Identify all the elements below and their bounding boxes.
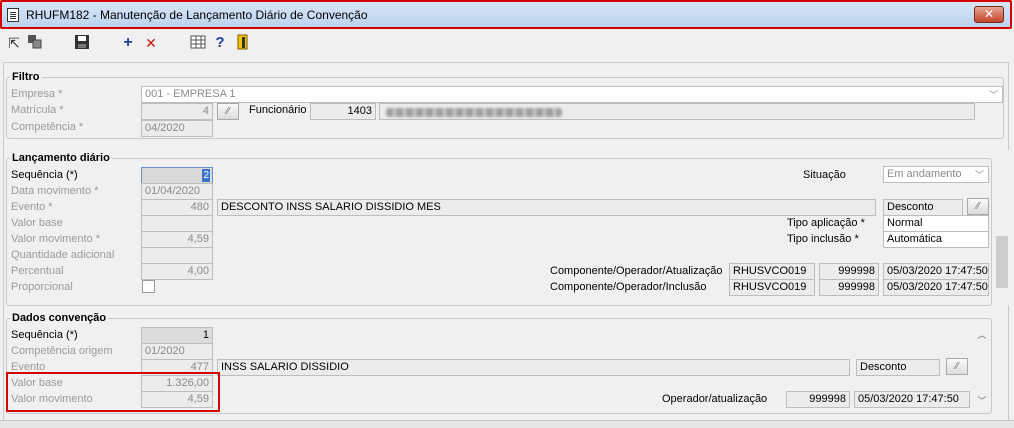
valor-base-input[interactable] xyxy=(141,215,213,232)
proporcional-checkbox[interactable] xyxy=(142,280,155,293)
competencia-origem-input[interactable]: 01/2020 xyxy=(141,343,213,360)
document-icon xyxy=(7,8,19,22)
add-icon[interactable]: + xyxy=(119,34,137,52)
sequencia-label: Sequência (*) xyxy=(11,169,78,181)
conv-sequencia-input[interactable]: 1 xyxy=(141,327,213,344)
conv-sequencia-label: Sequência (*) xyxy=(11,329,78,341)
operador-atualizacao-label: Operador/atualização xyxy=(662,393,768,405)
funcionario-name xyxy=(379,103,975,120)
first-record-icon[interactable]: ⇱ xyxy=(5,34,23,52)
empresa-select[interactable]: 001 - EMPRESA 1 ﹀ xyxy=(141,86,1003,103)
matricula-lookup-button[interactable]: ⁄⁄ xyxy=(217,103,239,120)
scrollbar-thumb[interactable] xyxy=(996,236,1008,288)
conv-evento-lookup-button[interactable]: ⁄⁄ xyxy=(946,358,968,375)
scroll-down-icon[interactable]: ﹀ xyxy=(974,394,990,407)
scroll-up-icon[interactable]: ︿ xyxy=(974,328,990,341)
tipo-aplicacao-value[interactable]: Normal xyxy=(883,215,989,232)
operador-atualizacao-datetime: 05/03/2020 17:47:50 xyxy=(854,391,970,408)
percentual-label: Percentual xyxy=(11,265,64,277)
conv-tipo-evento: Desconto xyxy=(856,359,940,376)
matricula-label: Matrícula * xyxy=(11,104,64,116)
redacted-name xyxy=(386,108,562,117)
percentual-input[interactable]: 4,00 xyxy=(141,263,213,280)
evento-label: Evento * xyxy=(11,201,53,213)
empresa-label: Empresa * xyxy=(11,88,63,100)
valor-movimento-input[interactable]: 4,59 xyxy=(141,231,213,248)
delete-icon[interactable]: ✕ xyxy=(142,34,160,52)
main-scrollbar[interactable] xyxy=(994,150,1010,305)
chevron-down-icon: ﹀ xyxy=(989,90,999,100)
sequencia-input[interactable]: 2 xyxy=(141,167,213,184)
evento-description: DESCONTO INSS SALARIO DISSIDIO MES xyxy=(217,199,876,216)
conv-evento-description: INSS SALARIO DISSIDIO xyxy=(217,359,850,376)
operador-atualizacao-code: 999998 xyxy=(786,391,850,408)
funcionario-code[interactable]: 1403 xyxy=(310,103,376,120)
save-icon[interactable] xyxy=(73,34,91,52)
convencao-legend: Dados convenção xyxy=(10,312,109,324)
lancamento-legend: Lançamento diário xyxy=(10,152,112,164)
matricula-input[interactable]: 4 xyxy=(141,103,213,120)
sequencia-value: 2 xyxy=(202,169,210,182)
tipo-evento: Desconto xyxy=(883,199,963,216)
grid-icon[interactable] xyxy=(189,34,207,52)
window-title: RHUFM182 - Manutenção de Lançamento Diár… xyxy=(26,8,368,22)
close-button[interactable]: ✕ xyxy=(974,6,1004,23)
comp-atual-component: RHUSVCO019 xyxy=(729,263,815,280)
valor-base-label: Valor base xyxy=(11,217,63,229)
situacao-select[interactable]: Em andamento ﹀ xyxy=(883,166,989,183)
title-bar: RHUFM182 - Manutenção de Lançamento Diár… xyxy=(0,0,1012,29)
situacao-value: Em andamento xyxy=(887,168,962,180)
convencao-scrollbar[interactable]: ︿ ﹀ xyxy=(974,326,990,410)
comp-incl-label: Componente/Operador/Inclusão xyxy=(550,281,707,293)
comp-atual-datetime: 05/03/2020 17:47:50 xyxy=(883,263,989,280)
quantidade-input[interactable] xyxy=(141,247,213,264)
filtro-legend: Filtro xyxy=(10,71,42,83)
help-icon[interactable]: ? xyxy=(211,34,229,52)
tipo-aplicacao-label: Tipo aplicação * xyxy=(787,217,865,229)
comp-incl-operator: 999998 xyxy=(819,279,879,296)
evento-code-input[interactable]: 480 xyxy=(141,199,213,216)
bottom-strip xyxy=(0,420,1014,428)
quantidade-label: Quantidade adicional xyxy=(11,249,115,261)
competencia-input[interactable]: 04/2020 xyxy=(141,120,213,137)
comp-atual-label: Componente/Operador/Atualização xyxy=(550,265,723,277)
competencia-label: Competência * xyxy=(11,121,84,133)
valor-movimento-label: Valor movimento * xyxy=(11,233,101,245)
comp-atual-operator: 999998 xyxy=(819,263,879,280)
comp-incl-datetime: 05/03/2020 17:47:50 xyxy=(883,279,989,296)
tipo-inclusao-label: Tipo inclusão * xyxy=(787,233,859,245)
situacao-label: Situação xyxy=(803,169,846,181)
evento-lookup-button[interactable]: ⁄⁄ xyxy=(967,198,989,215)
copy-icon[interactable] xyxy=(26,34,44,52)
toolbar: ⇱ + ✕ ? xyxy=(0,30,1014,56)
highlight-valores xyxy=(6,372,220,412)
data-movimento-input[interactable]: 01/04/2020 xyxy=(141,183,213,200)
tipo-inclusao-value[interactable]: Automática xyxy=(883,231,989,248)
funcionario-label: Funcionário xyxy=(249,104,307,116)
comp-incl-component: RHUSVCO019 xyxy=(729,279,815,296)
chevron-down-icon: ﹀ xyxy=(975,170,985,180)
competencia-origem-label: Competência origem xyxy=(11,345,113,357)
empresa-value: 001 - EMPRESA 1 xyxy=(145,88,236,100)
proporcional-label: Proporcional xyxy=(11,281,73,293)
data-movimento-label: Data movimento * xyxy=(11,185,99,197)
exit-icon[interactable] xyxy=(234,34,252,52)
